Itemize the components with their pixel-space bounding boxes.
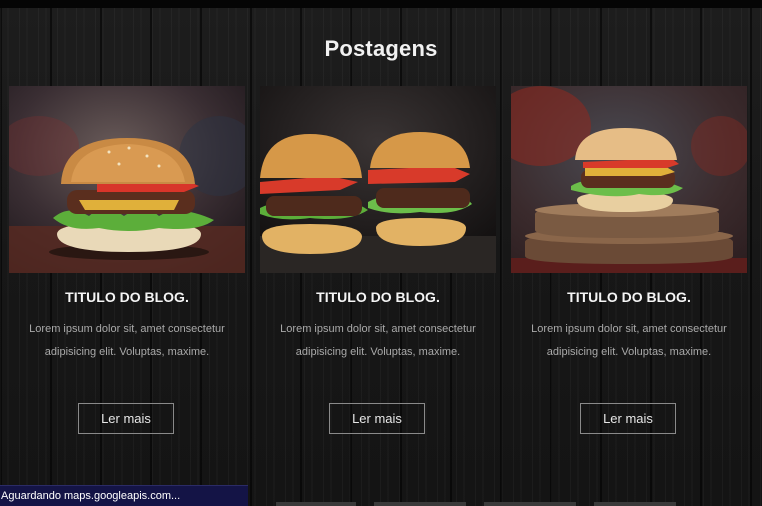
burger-image-icon xyxy=(260,86,496,273)
read-more-button[interactable]: Ler mais xyxy=(580,403,676,434)
blog-card-image[interactable] xyxy=(260,86,496,273)
burger-image-icon xyxy=(511,86,747,273)
blog-card-title: TITULO DO BLOG. xyxy=(316,289,440,305)
blog-card-title: TITULO DO BLOG. xyxy=(65,289,189,305)
next-section-edge xyxy=(374,502,466,506)
browser-status-bar: Aguardando maps.googleapis.com... xyxy=(0,485,248,506)
next-section-edge xyxy=(484,502,576,506)
read-more-button[interactable]: Ler mais xyxy=(329,403,425,434)
blog-card-image[interactable] xyxy=(511,86,747,273)
next-section-edge xyxy=(276,502,356,506)
blog-card-excerpt: Lorem ipsum dolor sit, amet consectetur … xyxy=(531,323,727,358)
top-edge xyxy=(0,0,762,8)
section-title: Postagens xyxy=(324,36,438,61)
next-section-edge xyxy=(594,502,676,506)
read-more-button[interactable]: Ler mais xyxy=(78,403,174,434)
blog-card-image[interactable] xyxy=(9,86,245,273)
blog-card-title: TITULO DO BLOG. xyxy=(567,289,691,305)
blog-card-excerpt: Lorem ipsum dolor sit, amet consectetur … xyxy=(29,323,225,358)
blog-card-excerpt: Lorem ipsum dolor sit, amet consectetur … xyxy=(280,323,476,358)
blog-card: TITULO DO BLOG. Lorem ipsum dolor sit, a… xyxy=(9,86,245,446)
blog-card: TITULO DO BLOG. Lorem ipsum dolor sit, a… xyxy=(511,86,747,446)
burger-image-icon xyxy=(9,86,245,273)
blog-card: TITULO DO BLOG. Lorem ipsum dolor sit, a… xyxy=(260,86,496,446)
